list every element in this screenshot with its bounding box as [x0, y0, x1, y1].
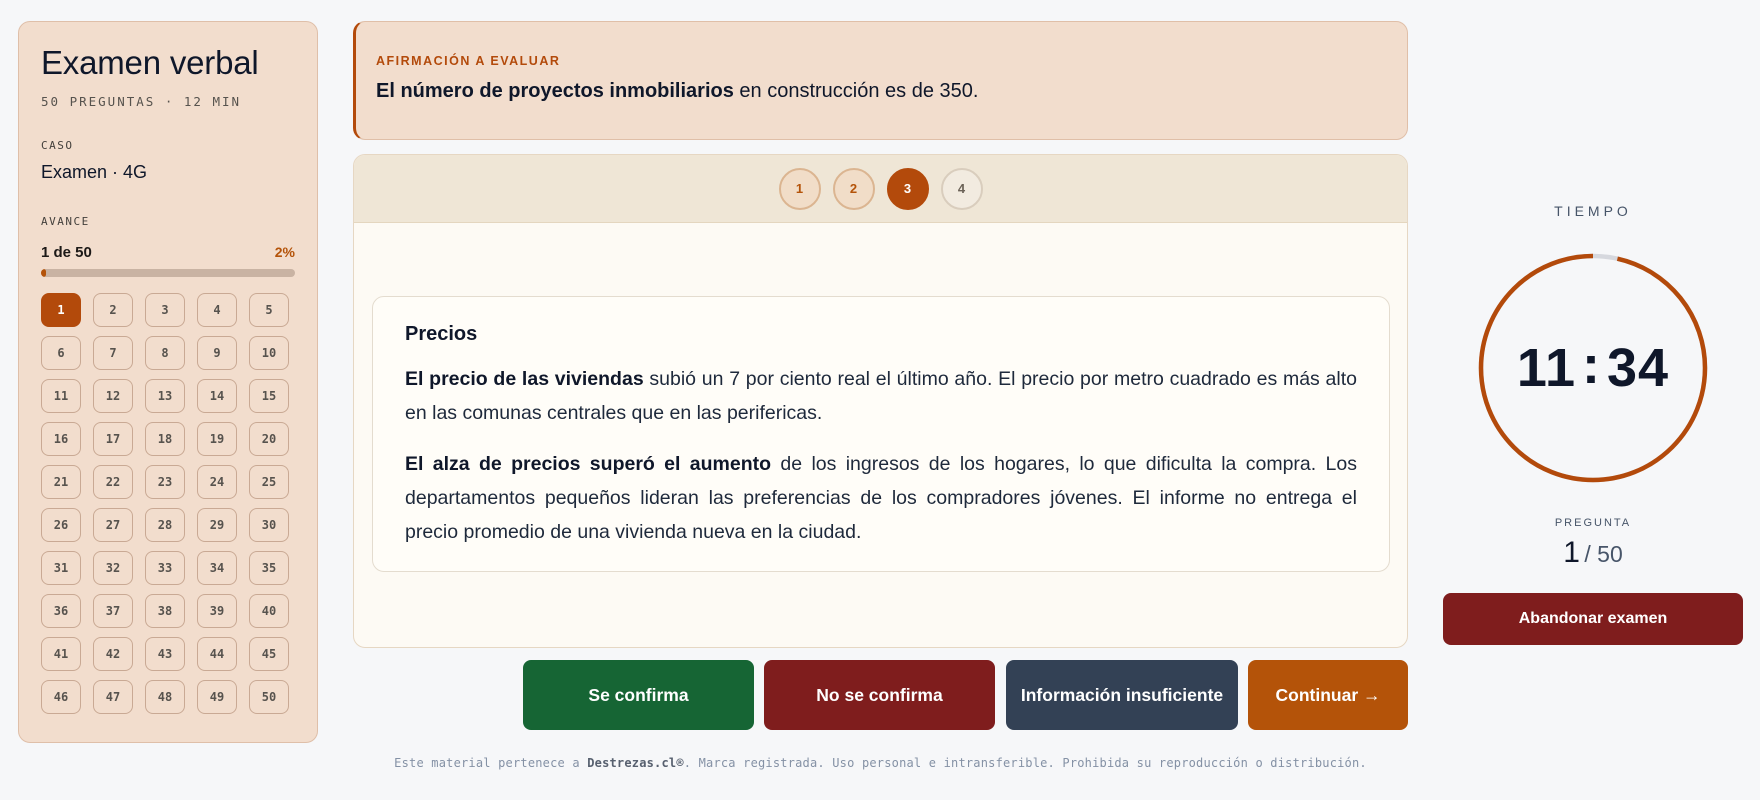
- question-nav-button[interactable]: 43: [145, 637, 185, 671]
- question-nav-button[interactable]: 11: [41, 379, 81, 413]
- question-nav-button[interactable]: 29: [197, 508, 237, 542]
- question-nav-button[interactable]: 32: [93, 551, 133, 585]
- progress-bar-fill: [41, 269, 47, 277]
- progress-bar: [41, 269, 295, 277]
- question-nav-button[interactable]: 25: [249, 465, 289, 499]
- question-nav-button[interactable]: 8: [145, 336, 185, 370]
- statement-bold: El número de proyectos inmobiliarios: [376, 80, 734, 102]
- progress-count: 1 de 50: [41, 244, 92, 261]
- question-nav-button[interactable]: 46: [41, 680, 81, 714]
- document-card: Precios El precio de las viviendas subió…: [372, 296, 1390, 572]
- statement-rest: en construcción es de 350.: [733, 80, 979, 102]
- question-nav-button[interactable]: 22: [93, 465, 133, 499]
- case-value: Examen · 4G: [41, 162, 148, 182]
- question-nav-button[interactable]: 36: [41, 594, 81, 628]
- abandon-exam-button[interactable]: Abandonar examen: [1443, 593, 1743, 645]
- not-confirm-button[interactable]: No se confirma: [764, 660, 995, 730]
- question-nav-button[interactable]: 27: [93, 508, 133, 542]
- question-nav-button[interactable]: 15: [249, 379, 289, 413]
- continue-button[interactable]: Continuar →: [1248, 660, 1408, 730]
- question-nav-button[interactable]: 23: [145, 465, 185, 499]
- question-nav-button[interactable]: 19: [197, 422, 237, 456]
- question-nav-button[interactable]: 10: [249, 336, 289, 370]
- question-nav-button[interactable]: 33: [145, 551, 185, 585]
- progress-row: 1 de 50 2%: [41, 244, 295, 261]
- question-nav-button[interactable]: 49: [197, 680, 237, 714]
- paragraph-1-bold: El precio de las viviendas: [405, 368, 644, 390]
- question-nav-button[interactable]: 17: [93, 422, 133, 456]
- timer-minutes: 11: [1516, 338, 1577, 398]
- question-nav-button[interactable]: 39: [197, 594, 237, 628]
- question-nav-button[interactable]: 18: [145, 422, 185, 456]
- question-nav-button[interactable]: 48: [145, 680, 185, 714]
- question-nav-button[interactable]: 42: [93, 637, 133, 671]
- footer-prefix: Este material pertenece a: [394, 756, 588, 770]
- question-nav-button[interactable]: 44: [197, 637, 237, 671]
- statement-text: El número de proyectos inmobiliarios en …: [376, 80, 1387, 103]
- timer-seconds: 34: [1607, 338, 1670, 398]
- statement-label: AFIRMACIÓN A EVALUAR: [376, 54, 561, 68]
- question-nav-button[interactable]: 24: [197, 465, 237, 499]
- document-tab-4[interactable]: 4: [940, 167, 983, 210]
- document-tab-3[interactable]: 3: [886, 167, 929, 210]
- question-nav-button[interactable]: 3: [145, 293, 185, 327]
- footer-suffix: . Marca registrada. Uso personal e intra…: [683, 756, 1367, 770]
- progress-label: AVANCE: [41, 215, 90, 228]
- question-counter: 1 / 50: [1443, 536, 1743, 570]
- document-tabs: 1234: [354, 155, 1407, 223]
- document-paragraph-1: El precio de las viviendas subió un 7 po…: [405, 362, 1357, 430]
- question-current: 1: [1563, 536, 1580, 569]
- document-title: Precios: [405, 323, 478, 345]
- question-nav-button[interactable]: 45: [249, 637, 289, 671]
- footer-brand: Destrezas.cl®: [587, 756, 684, 770]
- document-tab-2[interactable]: 2: [832, 167, 875, 210]
- question-nav-button[interactable]: 50: [249, 680, 289, 714]
- insufficient-info-button[interactable]: Información insuficiente: [1006, 660, 1238, 730]
- question-nav-button[interactable]: 31: [41, 551, 81, 585]
- paragraph-2-bold: El alza de precios superó el aumento: [405, 453, 772, 475]
- case-label: CASO: [41, 139, 74, 152]
- question-nav-button[interactable]: 7: [93, 336, 133, 370]
- document-tab-1[interactable]: 1: [778, 167, 821, 210]
- question-nav-button[interactable]: 9: [197, 336, 237, 370]
- question-total: / 50: [1584, 541, 1623, 567]
- question-nav-button[interactable]: 41: [41, 637, 81, 671]
- question-nav-button[interactable]: 12: [93, 379, 133, 413]
- progress-percent: 2%: [274, 244, 295, 260]
- question-grid: 1 2 3 4 5 6 7 8 9 10 11 12 13 14 15 16 17 18 19 20 21 22 23 24 2…: [41, 293, 295, 714]
- question-nav-button[interactable]: 40: [249, 594, 289, 628]
- question-nav-button[interactable]: 6: [41, 336, 81, 370]
- document-paragraph-2: El alza de precios superó el aumento de …: [405, 447, 1357, 549]
- question-nav-button[interactable]: 38: [145, 594, 185, 628]
- question-counter-label: PREGUNTA: [1554, 517, 1632, 529]
- question-nav-button[interactable]: 47: [93, 680, 133, 714]
- document-panel: 1234 Precios El precio de las viviendas …: [353, 154, 1408, 648]
- question-nav-button[interactable]: 37: [93, 594, 133, 628]
- question-nav-button[interactable]: 28: [145, 508, 185, 542]
- timer-separator: :: [1582, 335, 1601, 395]
- question-nav-button[interactable]: 4: [197, 293, 237, 327]
- copyright-footer: Este material pertenece a Destrezas.cl®.…: [353, 756, 1408, 770]
- statement-box: AFIRMACIÓN A EVALUAR El número de proyec…: [353, 21, 1408, 140]
- question-nav-button[interactable]: 21: [41, 465, 81, 499]
- question-nav-button[interactable]: 26: [41, 508, 81, 542]
- question-nav-button[interactable]: 34: [197, 551, 237, 585]
- question-nav-button[interactable]: 35: [249, 551, 289, 585]
- timer-label: TIEMPO: [1554, 203, 1632, 219]
- confirm-button[interactable]: Se confirma: [523, 660, 754, 730]
- question-nav-button[interactable]: 13: [145, 379, 185, 413]
- question-nav-button[interactable]: 16: [41, 422, 81, 456]
- question-nav-button[interactable]: 2: [93, 293, 133, 327]
- exam-subtitle: 50 PREGUNTAS · 12 MIN: [41, 94, 242, 109]
- exam-sidebar: Examen verbal 50 PREGUNTAS · 12 MIN CASO…: [18, 21, 318, 743]
- question-nav-button[interactable]: 1: [41, 293, 81, 327]
- question-nav-button[interactable]: 14: [197, 379, 237, 413]
- question-nav-button[interactable]: 20: [249, 422, 289, 456]
- question-nav-button[interactable]: 30: [249, 508, 289, 542]
- question-nav-button[interactable]: 5: [249, 293, 289, 327]
- exam-title: Examen verbal: [41, 44, 259, 81]
- timer-display: 11:34: [1478, 253, 1708, 483]
